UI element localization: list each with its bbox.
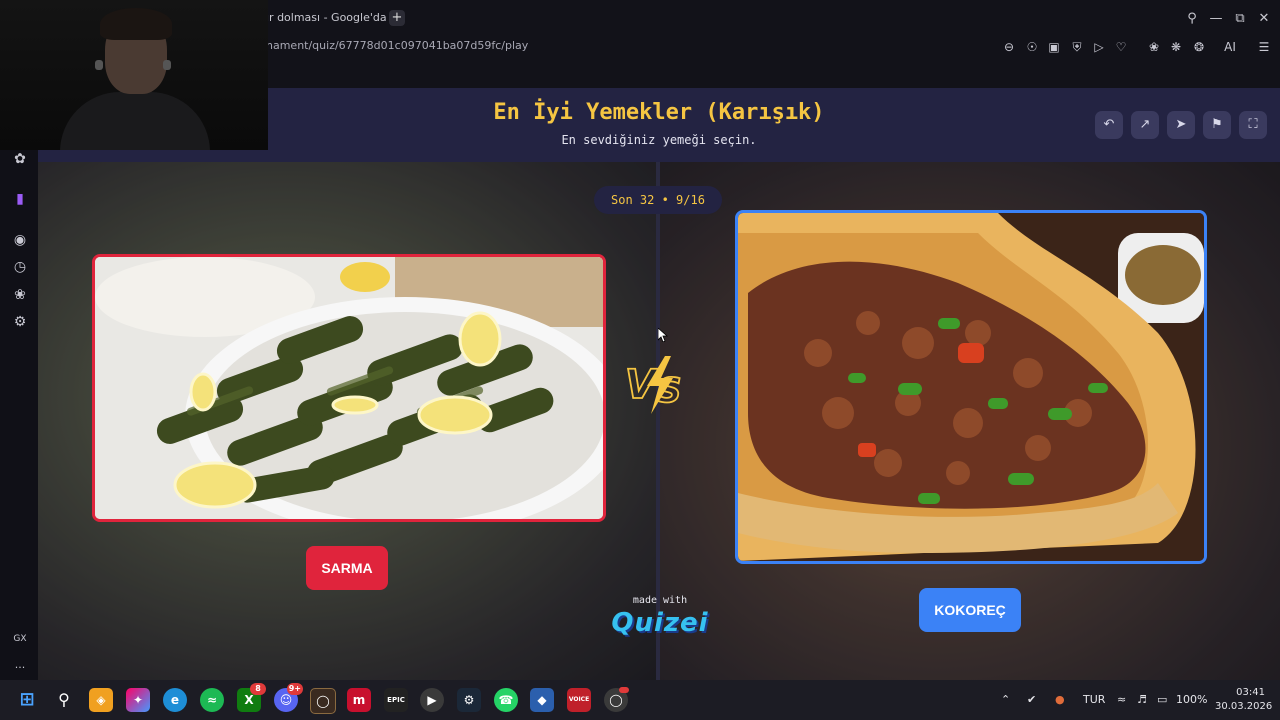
- choose-left-button[interactable]: SARMA: [306, 546, 388, 590]
- extension-icon[interactable]: ❀: [1145, 38, 1163, 56]
- clock-icon[interactable]: ◷: [11, 258, 29, 276]
- left-option-card[interactable]: [92, 254, 606, 522]
- microphone-icon[interactable]: ●: [1055, 693, 1065, 706]
- undo-button[interactable]: ↶: [1095, 111, 1123, 139]
- brave-icon[interactable]: ◈: [89, 688, 113, 712]
- tray-app-icon[interactable]: ✔: [1027, 693, 1036, 706]
- pin-icon[interactable]: ☉: [1023, 38, 1041, 56]
- tray-chevron-icon[interactable]: ⌃: [1001, 693, 1010, 706]
- media-player-icon[interactable]: ▶: [420, 688, 444, 712]
- battery-percent: 100%: [1176, 693, 1208, 706]
- epic-games-icon[interactable]: EPIC: [384, 688, 408, 712]
- menu-icon[interactable]: ☰: [1255, 38, 1273, 56]
- shield-icon[interactable]: ⛨: [1068, 38, 1086, 56]
- date: 30.03.2026: [1215, 701, 1273, 712]
- report-button[interactable]: ⚑: [1203, 111, 1231, 139]
- whatsapp-icon[interactable]: ☎: [494, 688, 518, 712]
- app-icon[interactable]: ◯: [604, 687, 629, 712]
- clock[interactable]: 03:41 30.03.2026: [1215, 686, 1273, 714]
- spotify-icon[interactable]: ≈: [200, 688, 224, 712]
- settings-icon[interactable]: ⚙: [11, 313, 29, 331]
- discord-icon[interactable]: ☺ 9+: [274, 683, 303, 712]
- kokorec-image: [738, 213, 1204, 561]
- copilot-icon[interactable]: ✦: [126, 688, 150, 712]
- volume-icon[interactable]: ♬: [1137, 693, 1147, 706]
- browser-sidebar: [0, 88, 38, 680]
- play-icon[interactable]: ▷: [1090, 38, 1108, 56]
- send-button[interactable]: ➤: [1167, 111, 1195, 139]
- choose-right-button[interactable]: KOKOREÇ: [919, 588, 1021, 632]
- search-icon[interactable]: ⚲: [52, 688, 76, 712]
- vs-lightning-icon: V S: [624, 356, 682, 414]
- time: 03:41: [1236, 687, 1265, 698]
- ai-button[interactable]: AI: [1215, 38, 1245, 56]
- send-icon: ➤: [1175, 117, 1187, 132]
- extension-icon[interactable]: ❋: [1167, 38, 1185, 56]
- fullscreen-icon: ⛶: [1248, 117, 1258, 132]
- address-bar[interactable]: nament/quiz/67778d01c097041ba07d59fc/pla…: [266, 39, 528, 52]
- sidebar-icon[interactable]: ✿: [11, 150, 29, 168]
- minimize-icon[interactable]: —: [1207, 10, 1225, 28]
- battery-icon[interactable]: ▭: [1157, 693, 1167, 706]
- extension-icon[interactable]: ❀: [11, 286, 29, 304]
- twitch-icon[interactable]: ▮: [11, 190, 29, 208]
- extension-icon[interactable]: ❂: [1190, 38, 1208, 56]
- webcam-overlay: [0, 0, 268, 150]
- opera-gx-icon[interactable]: ◯: [310, 688, 336, 714]
- browser-tab-title[interactable]: ır dolması - Google'da A: [266, 11, 398, 24]
- edge-icon[interactable]: e: [163, 688, 187, 712]
- new-tab-button[interactable]: +: [389, 10, 405, 26]
- notification-badge: 8: [250, 683, 266, 695]
- mouse-cursor-icon: [658, 328, 668, 342]
- close-icon[interactable]: ✕: [1255, 10, 1273, 28]
- more-icon[interactable]: ...: [8, 658, 32, 671]
- steam-icon[interactable]: ⚙: [457, 688, 481, 712]
- heart-icon[interactable]: ♡: [1112, 38, 1130, 56]
- right-option-card[interactable]: [735, 210, 1207, 564]
- app-icon[interactable]: m: [347, 688, 371, 712]
- wifi-icon[interactable]: ≈: [1117, 693, 1126, 706]
- sarma-image: [95, 257, 603, 519]
- gx-label[interactable]: GX: [8, 634, 32, 644]
- share-button[interactable]: ↗: [1131, 111, 1159, 139]
- flag-icon: ⚑: [1211, 117, 1223, 132]
- share-icon: ↗: [1139, 117, 1151, 132]
- undo-icon: ↶: [1103, 117, 1115, 132]
- fullscreen-button[interactable]: ⛶: [1239, 111, 1267, 139]
- spotify-icon[interactable]: ◉: [11, 231, 29, 249]
- round-indicator: Son 32 • 9/16: [594, 186, 722, 214]
- snapshot-icon[interactable]: ▣: [1045, 38, 1063, 56]
- restore-icon[interactable]: ⧉: [1231, 10, 1249, 28]
- made-with-label: made with: [632, 595, 688, 606]
- quiz-arena: Son 32 • 9/16 SARMA KOKOREÇ V S made wit…: [38, 162, 1280, 680]
- app-icon[interactable]: ◆: [530, 688, 554, 712]
- zoom-out-icon[interactable]: ⊖: [1000, 38, 1018, 56]
- voicemeeter-icon[interactable]: VOICE: [567, 688, 591, 712]
- language-indicator[interactable]: TUR: [1083, 693, 1105, 706]
- xbox-icon[interactable]: X8: [237, 683, 266, 712]
- quizei-logo[interactable]: Quizei: [608, 608, 712, 638]
- search-icon[interactable]: ⚲: [1183, 10, 1201, 28]
- notification-badge: 9+: [286, 683, 303, 695]
- windows-start-icon[interactable]: ⊞: [15, 688, 39, 712]
